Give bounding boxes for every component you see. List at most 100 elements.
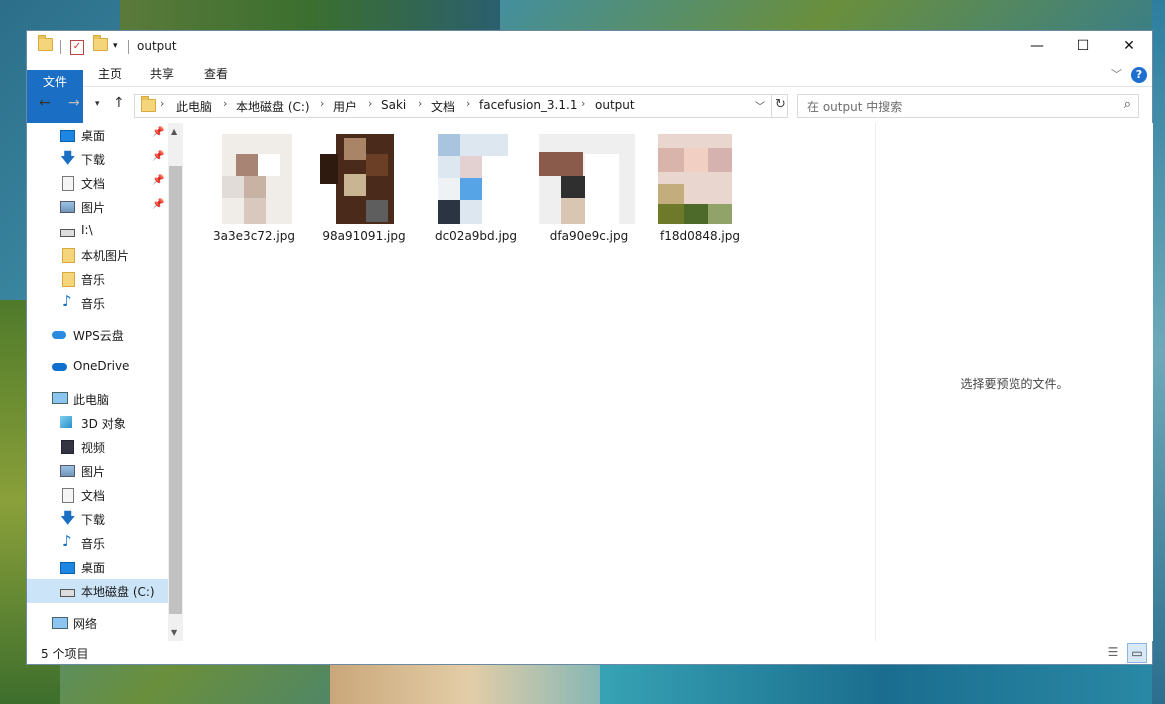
help-icon[interactable]: ? xyxy=(1131,67,1147,83)
refresh-icon[interactable]: ↻ xyxy=(775,97,786,112)
navigation-bar: ← → ▾ ↑ › 此电脑 › 本地磁盘 (C:) › 用户 › Saki › … xyxy=(27,87,1152,123)
explorer-window: ✓ ▾ output — ☐ ✕ 文件 主页 共享 查看 ﹀ ? ← → ▾ ↑… xyxy=(27,31,1153,664)
image-thumbnail xyxy=(539,134,635,224)
nav-item-label: 桌面 xyxy=(81,129,106,143)
scroll-down-icon[interactable]: ▼ xyxy=(171,628,177,637)
expand-ribbon-icon[interactable]: ﹀ xyxy=(1111,66,1122,82)
tab-home[interactable]: 主页 xyxy=(89,62,131,86)
nav-item-label: 图片 xyxy=(81,465,106,479)
breadcrumb-output[interactable]: output xyxy=(595,98,635,112)
nav-item-documents[interactable]: 文档 xyxy=(27,483,168,507)
tab-view[interactable]: 查看 xyxy=(195,62,237,86)
pin-icon[interactable]: 📌 xyxy=(152,151,164,162)
quick-access-folder-icon[interactable] xyxy=(38,35,53,54)
nav-item-documents-pinned[interactable]: 文档 📌 xyxy=(27,171,168,195)
title-separator xyxy=(128,40,129,54)
file-name: 98a91091.jpg xyxy=(322,229,406,243)
chevron-right-icon: › xyxy=(223,97,228,110)
nav-item-network[interactable]: 网络 xyxy=(27,611,168,635)
nav-item-downloads[interactable]: 🡇 下载 xyxy=(27,507,168,531)
window-title: output xyxy=(137,39,177,53)
pictures-icon xyxy=(60,465,75,477)
recent-locations-button[interactable]: ▾ xyxy=(95,99,100,109)
title-bar: ✓ ▾ output — ☐ ✕ xyxy=(27,31,1152,62)
nav-item-label: 下载 xyxy=(81,153,106,167)
breadcrumb-this-pc[interactable]: 此电脑 xyxy=(176,98,212,115)
large-icons-view-icon[interactable]: ▭ xyxy=(1127,643,1147,663)
nav-item-onedrive[interactable]: OneDrive xyxy=(27,355,168,379)
nav-item-local-pictures[interactable]: 本机图片 xyxy=(27,243,168,267)
file-item[interactable]: 98a91091.jpg xyxy=(314,131,414,251)
title-separator xyxy=(60,40,61,54)
drive-icon xyxy=(60,229,75,237)
pin-icon[interactable]: 📌 xyxy=(152,175,164,186)
new-folder-icon[interactable] xyxy=(93,35,108,54)
tab-share[interactable]: 共享 xyxy=(141,62,183,86)
nav-item-this-pc[interactable]: 此电脑 xyxy=(27,387,168,411)
search-box[interactable]: 在 output 中搜索 ⌕ xyxy=(797,94,1139,118)
nav-item-label: WPS云盘 xyxy=(73,329,124,343)
up-button[interactable]: ↑ xyxy=(113,95,125,111)
nav-item-pictures-pinned[interactable]: 图片 📌 xyxy=(27,195,168,219)
nav-item-music-pinned[interactable]: ♪ 音乐 xyxy=(27,291,168,315)
close-button[interactable]: ✕ xyxy=(1106,31,1152,62)
pin-icon[interactable]: 📌 xyxy=(152,199,164,210)
nav-item-downloads-pinned[interactable]: 🡇 下载 📌 xyxy=(27,147,168,171)
file-item[interactable]: f18d0848.jpg xyxy=(650,131,758,251)
breadcrumb-saki[interactable]: Saki xyxy=(381,98,406,112)
nav-item-desktop[interactable]: 桌面 xyxy=(27,555,168,579)
download-icon: 🡇 xyxy=(60,509,76,527)
nav-item-label: 文档 xyxy=(81,489,106,503)
3d-objects-icon xyxy=(60,416,72,428)
nav-item-label: 本机图片 xyxy=(81,249,130,263)
nav-item-local-disk-c[interactable]: 本地磁盘 (C:) xyxy=(27,579,168,603)
scroll-thumb[interactable] xyxy=(169,166,182,614)
pictures-icon xyxy=(60,201,75,213)
nav-item-music-folder[interactable]: 音乐 xyxy=(27,267,168,291)
minimize-button[interactable]: — xyxy=(1014,31,1060,62)
customize-toolbar-icon[interactable]: ▾ xyxy=(113,41,118,57)
details-view-icon[interactable]: ☰ xyxy=(1104,643,1122,661)
nav-item-3d-objects[interactable]: 3D 对象 xyxy=(27,411,168,435)
nav-item-pictures[interactable]: 图片 xyxy=(27,459,168,483)
maximize-button[interactable]: ☐ xyxy=(1060,31,1106,62)
breadcrumb-documents[interactable]: 文档 xyxy=(431,98,455,115)
nav-item-label: 图片 xyxy=(81,201,106,215)
nav-item-label: 本地磁盘 (C:) xyxy=(81,585,155,599)
breadcrumb-facefusion[interactable]: facefusion_3.1.1 xyxy=(479,98,577,112)
file-item[interactable]: dfa90e9c.jpg xyxy=(539,131,639,251)
status-bar: 5 个项目 ☰ ▭ xyxy=(27,641,1152,664)
chevron-right-icon: › xyxy=(160,97,165,110)
search-icon[interactable]: ⌕ xyxy=(1124,97,1131,112)
pin-icon[interactable]: 📌 xyxy=(152,127,164,138)
preview-placeholder: 选择要预览的文件。 xyxy=(960,377,1069,391)
address-dropdown-icon[interactable]: ﹀ xyxy=(755,98,765,113)
music-icon: ♪ xyxy=(62,532,72,550)
cloud-icon xyxy=(52,331,66,339)
nav-item-label: 音乐 xyxy=(81,537,106,551)
properties-icon[interactable]: ✓ xyxy=(70,38,84,55)
nav-item-music[interactable]: ♪ 音乐 xyxy=(27,531,168,555)
back-button[interactable]: ← xyxy=(39,95,51,111)
document-icon xyxy=(62,488,74,503)
nav-item-wps-cloud[interactable]: WPS云盘 xyxy=(27,323,168,347)
nav-item-desktop-pinned[interactable]: 桌面 📌 xyxy=(27,123,168,147)
navigation-pane: 桌面 📌 🡇 下载 📌 文档 📌 图片 📌 I:\ 本机图片 音乐 ♪ 音乐 W… xyxy=(27,123,183,641)
breadcrumb-users[interactable]: 用户 xyxy=(333,98,357,115)
file-item[interactable]: 3a3e3c72.jpg xyxy=(204,131,304,251)
search-input[interactable]: 在 output 中搜索 xyxy=(807,98,902,115)
image-thumbnail xyxy=(320,134,394,224)
address-bar[interactable]: › 此电脑 › 本地磁盘 (C:) › 用户 › Saki › 文档 › fac… xyxy=(134,94,788,118)
item-count: 5 个项目 xyxy=(41,647,89,661)
nav-item-videos[interactable]: 视频 xyxy=(27,435,168,459)
breadcrumb-local-disk[interactable]: 本地磁盘 (C:) xyxy=(236,98,310,115)
nav-scrollbar[interactable]: ▲ ▼ xyxy=(168,123,183,641)
image-thumbnail xyxy=(222,134,292,224)
scroll-up-icon[interactable]: ▲ xyxy=(171,127,177,136)
nav-item-drive-i[interactable]: I:\ xyxy=(27,219,168,243)
file-name: dfa90e9c.jpg xyxy=(549,229,629,243)
wallpaper-sea xyxy=(600,664,1165,704)
file-item[interactable]: dc02a9bd.jpg xyxy=(426,131,526,251)
forward-button[interactable]: → xyxy=(68,95,80,111)
nav-item-label: 此电脑 xyxy=(73,393,110,407)
